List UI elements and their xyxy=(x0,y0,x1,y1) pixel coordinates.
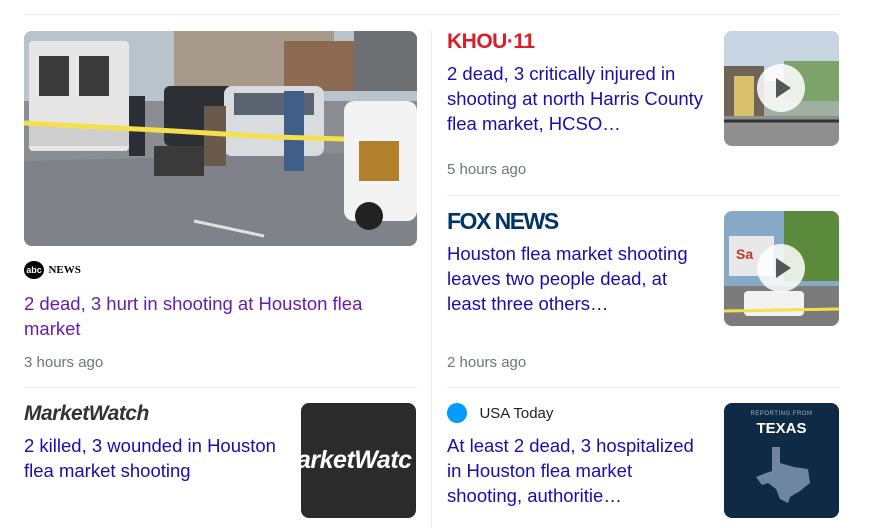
source-name: USA Today xyxy=(479,404,554,422)
article-title[interactable]: 2 dead, 3 hurt in shooting at Houston fl… xyxy=(24,291,417,341)
abc-logo-icon: abc xyxy=(24,261,44,279)
play-icon xyxy=(757,64,805,112)
thumbnail-caption: REPORTING FROM xyxy=(750,411,813,417)
source-usatoday: USA Today xyxy=(447,403,553,423)
article-image xyxy=(24,31,417,246)
texas-map-icon xyxy=(756,447,810,503)
article-timestamp: 2 hours ago xyxy=(447,354,527,371)
article-timestamp: 3 hours ago xyxy=(24,354,104,371)
usatoday-logo-icon xyxy=(447,403,467,423)
article-title[interactable]: Houston flea market shooting leaves two … xyxy=(447,241,709,316)
source-fox-news-logo: FOX NEWS xyxy=(447,208,559,234)
video-thumbnail[interactable] xyxy=(724,31,839,146)
video-thumbnail[interactable]: Sa xyxy=(724,211,839,326)
top-divider xyxy=(24,14,839,15)
source-marketwatch-logo: MarketWatch xyxy=(24,402,149,425)
article-timestamp: 5 hours ago xyxy=(447,161,527,178)
source-khou-logo: KHOU·11 xyxy=(447,30,535,53)
thumbnail-logo-text: arketWatc xyxy=(301,446,412,474)
row-divider xyxy=(447,195,839,196)
play-icon xyxy=(757,244,805,292)
source-abc-news: abc NEWS xyxy=(24,261,81,279)
column-divider xyxy=(431,31,432,528)
svg-text:Sa: Sa xyxy=(736,246,753,262)
source-name: NEWS xyxy=(48,264,81,276)
article-thumbnail: REPORTING FROM TEXAS xyxy=(724,403,839,518)
row-divider xyxy=(24,387,417,388)
row-divider xyxy=(447,387,839,388)
article-thumbnail: arketWatc xyxy=(301,403,416,518)
article-title[interactable]: At least 2 dead, 3 hospitalized in Houst… xyxy=(447,433,709,508)
thumbnail-heading: TEXAS xyxy=(756,420,807,437)
article-title[interactable]: 2 killed, 3 wounded in Houston flea mark… xyxy=(24,433,286,483)
article-title[interactable]: 2 dead, 3 critically injured in shooting… xyxy=(447,61,709,136)
